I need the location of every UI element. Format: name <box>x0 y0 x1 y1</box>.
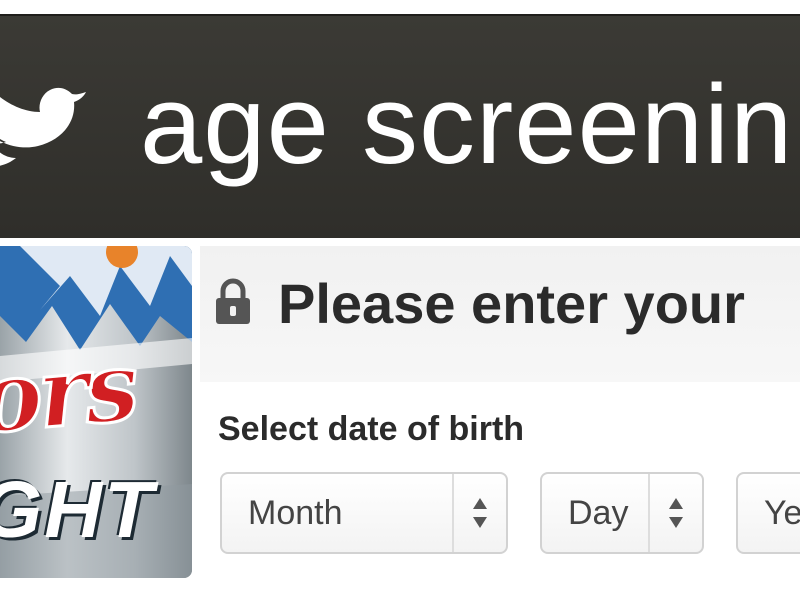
age-form: Please enter your Select date of birth M… <box>200 246 800 600</box>
year-select[interactable]: Ye <box>736 472 800 554</box>
bird-icon <box>0 87 86 166</box>
form-headline: Please enter your <box>278 272 745 335</box>
day-select-value: Day <box>568 494 629 532</box>
select-arrows-icon <box>452 474 506 552</box>
page-title: age screenin <box>140 62 794 187</box>
beer-can-image: ors GHT <box>0 246 192 578</box>
month-select[interactable]: Month <box>220 472 508 554</box>
month-select-value: Month <box>248 494 343 532</box>
beer-brand-text: ors <box>0 328 141 457</box>
dob-label: Select date of birth <box>218 410 525 448</box>
beer-sub-text: GHT <box>0 465 155 554</box>
day-select[interactable]: Day <box>540 472 704 554</box>
header-bar: age screenin <box>0 14 800 238</box>
year-select-value: Ye <box>764 494 800 532</box>
lock-icon <box>216 278 250 324</box>
headline-band: Please enter your <box>200 246 800 382</box>
age-gate-page: age screenin ors GHT <box>0 0 800 600</box>
select-arrows-icon <box>648 474 702 552</box>
